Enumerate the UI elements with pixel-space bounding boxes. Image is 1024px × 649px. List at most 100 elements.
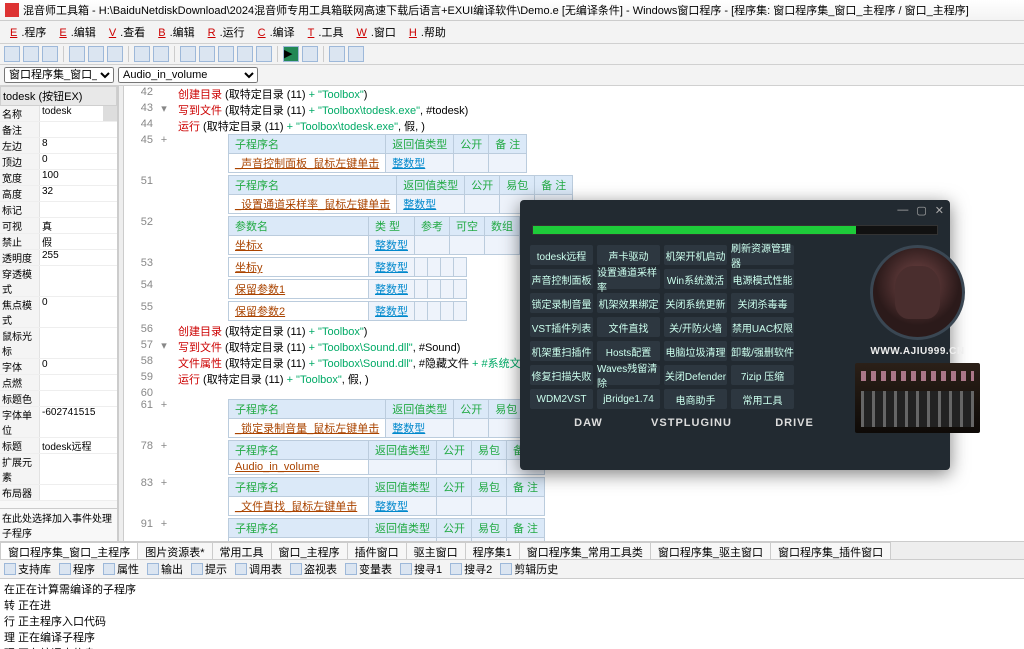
tb-undo[interactable] [134, 46, 150, 62]
editor-tab[interactable]: 窗口程序集_驱主窗口 [650, 542, 771, 559]
editor-tab[interactable]: 驱主窗口 [406, 542, 466, 559]
app-titlebar[interactable]: — ▢ ✕ [520, 200, 950, 221]
property-row[interactable]: 焦点模式0 [0, 297, 117, 328]
property-value[interactable]: todesk [40, 106, 117, 121]
code-sub-block[interactable]: 91+子程序名返回值类型公开易包备 注_文件直找_鼠标左键单击整数型 [124, 518, 1024, 541]
app-button[interactable]: 关闭系统更新 [664, 293, 727, 313]
tb-run[interactable]: ▶ [283, 46, 299, 62]
close-icon[interactable]: ✕ [935, 204, 944, 217]
app-button[interactable]: 机架开机启动 [664, 245, 727, 265]
app-button[interactable]: jBridge1.74 [597, 389, 660, 409]
editor-tab[interactable]: 插件窗口 [347, 542, 407, 559]
property-value[interactable] [40, 391, 117, 406]
property-value[interactable]: 0 [40, 359, 117, 374]
app-big-button[interactable]: DAW [546, 413, 631, 433]
tb-8[interactable] [348, 46, 364, 62]
app-button[interactable]: 电源模式性能 [731, 269, 794, 289]
code-sub-block[interactable]: 45+子程序名返回值类型公开备 注_声音控制面板_鼠标左键单击整数型 [124, 134, 1024, 175]
tb-paste[interactable] [107, 46, 123, 62]
property-value[interactable]: -602741515 [40, 407, 117, 437]
panel-switch-item[interactable]: 调用表 [235, 561, 282, 577]
tb-6[interactable] [256, 46, 272, 62]
property-value[interactable]: 100 [40, 170, 117, 185]
panel-switch-item[interactable]: 提示 [191, 561, 227, 577]
app-button[interactable]: 关闭Defender [664, 365, 727, 385]
app-button[interactable]: 电商助手 [664, 389, 727, 409]
tb-stop[interactable] [302, 46, 318, 62]
menu-item[interactable]: W.窗口 [348, 22, 399, 42]
panel-switch-item[interactable]: 搜寻2 [450, 561, 492, 577]
app-big-buttons[interactable]: DAW VSTPLUGINU DRIVE [530, 409, 847, 441]
editor-tab[interactable]: 图片资源表* [137, 542, 212, 559]
tb-open[interactable] [23, 46, 39, 62]
property-value[interactable]: todesk远程 [40, 438, 117, 453]
output-panel[interactable]: 在正在计算需编译的子程序转 正在进行 正主程序入口代码理 正在编译子程序理 正在… [0, 579, 1024, 649]
panel-switch-item[interactable]: 支持库 [4, 561, 51, 577]
menu-item[interactable]: V.查看 [101, 22, 149, 42]
menu-item[interactable]: B.编辑 [150, 22, 198, 42]
panel-switch-item[interactable]: 盗视表 [290, 561, 337, 577]
app-button[interactable]: 卸载/强删软件 [731, 341, 794, 361]
app-button[interactable]: 电脑垃圾清理 [664, 341, 727, 361]
code-line[interactable]: 43▾写到文件 (取特定目录 (11) + "Toolbox\todesk.ex… [124, 102, 1024, 118]
app-big-button[interactable]: VSTPLUGINU [649, 413, 734, 433]
combo-symbol[interactable]: Audio_in_volume [118, 67, 258, 83]
tb-copy[interactable] [88, 46, 104, 62]
panel-switch-item[interactable]: 属性 [103, 561, 139, 577]
property-value[interactable]: 真 [40, 218, 117, 233]
code-line[interactable]: 42创建目录 (取特定目录 (11) + "Toolbox") [124, 86, 1024, 102]
menu-item[interactable]: C.编译 [250, 22, 299, 42]
menu-item[interactable]: T.工具 [300, 22, 348, 42]
app-button[interactable]: 7izip 压缩 [731, 365, 794, 385]
property-table[interactable]: 名称todesk备注左边8顶边0宽度100高度32标记可视真禁止假透明度255穿… [0, 106, 117, 508]
app-button[interactable]: 刷新资源管理器 [731, 245, 794, 265]
minimize-icon[interactable]: — [897, 204, 908, 217]
app-button[interactable]: 声音控制面板 [530, 269, 593, 289]
tb-goto[interactable] [218, 46, 234, 62]
menu-item[interactable]: H.帮助 [401, 22, 450, 42]
property-row[interactable]: 字体0 [0, 359, 117, 375]
editor-tab[interactable]: 窗口程序集_常用工具类 [519, 542, 651, 559]
panel-switch-toolbar[interactable]: 支持库程序属性输出提示调用表盗视表变量表搜寻1搜寻2剪辑历史 [0, 559, 1024, 579]
app-button[interactable]: 常用工具 [731, 389, 794, 409]
property-row[interactable]: 高度32 [0, 186, 117, 202]
property-row[interactable]: 鼠标光标 [0, 328, 117, 359]
panel-switch-item[interactable]: 剪辑历史 [500, 561, 558, 577]
property-row[interactable]: 备注 [0, 122, 117, 138]
menu-item[interactable]: E.程序 [2, 22, 50, 42]
tb-5[interactable] [237, 46, 253, 62]
property-value[interactable]: 8 [40, 138, 117, 153]
editor-tab[interactable]: 窗口_主程序 [271, 542, 348, 559]
combo-module[interactable]: 窗口程序集_窗口_主程序 [4, 67, 114, 83]
property-row[interactable]: 标记 [0, 202, 117, 218]
tb-find[interactable] [180, 46, 196, 62]
property-value[interactable] [40, 375, 117, 390]
property-row[interactable]: 字体单位-602741515 [0, 407, 117, 438]
event-placeholder[interactable]: 在此处选择加入事件处理子程序 [0, 508, 117, 541]
property-value[interactable]: 255 [40, 250, 117, 265]
app-button[interactable]: 锁定录制音量 [530, 293, 593, 313]
app-button[interactable]: 机架重扫插件 [530, 341, 593, 361]
property-row[interactable]: 可视真 [0, 218, 117, 234]
editor-tab[interactable]: 窗口程序集_插件窗口 [770, 542, 891, 559]
preview-app-window[interactable]: — ▢ ✕ todesk远程声卡驱动机架开机启动刷新资源管理器声音控制面板设置通… [520, 200, 950, 470]
editor-tabs[interactable]: 窗口程序集_窗口_主程序图片资源表*常用工具窗口_主程序插件窗口驱主窗口程序集1… [0, 541, 1024, 559]
app-button[interactable]: 声卡驱动 [597, 245, 660, 265]
property-row[interactable]: 布局器 [0, 485, 117, 501]
app-button[interactable]: 文件直找 [597, 317, 660, 337]
app-button-grid[interactable]: todesk远程声卡驱动机架开机启动刷新资源管理器声音控制面板设置通道采样率Wi… [530, 245, 847, 409]
app-button[interactable]: VST插件列表 [530, 317, 593, 337]
property-value[interactable] [40, 202, 117, 217]
app-button[interactable]: Hosts配置 [597, 341, 660, 361]
property-value[interactable] [40, 122, 117, 137]
property-row[interactable]: 透明度255 [0, 250, 117, 266]
menu-bar[interactable]: E.程序E.编辑V.查看B.编辑R.运行C.编译T.工具W.窗口H.帮助 [0, 21, 1024, 44]
editor-tab[interactable]: 常用工具 [212, 542, 272, 559]
property-value[interactable] [40, 454, 117, 484]
property-row[interactable]: 禁止假 [0, 234, 117, 250]
app-big-button[interactable]: DRIVE [752, 413, 837, 433]
app-button[interactable]: WDM2VST [530, 389, 593, 409]
property-row[interactable]: 标题todesk远程 [0, 438, 117, 454]
app-button[interactable]: 关/开防火墙 [664, 317, 727, 337]
editor-tab[interactable]: 程序集1 [465, 542, 520, 559]
